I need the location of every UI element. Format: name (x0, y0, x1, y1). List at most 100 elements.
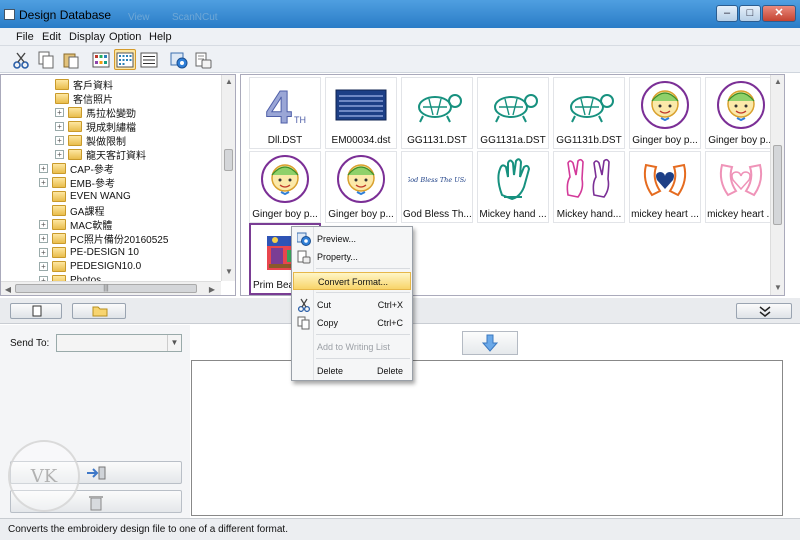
context-preview[interactable]: Preview... (293, 230, 411, 248)
large-thumbnail-button[interactable] (90, 49, 112, 70)
scroll-up-icon[interactable]: ▲ (222, 77, 235, 86)
tree-horizontal-scrollbar[interactable]: ◀ ||| ▶ (1, 281, 221, 295)
status-text: Converts the embroidery design file to o… (8, 524, 288, 535)
scroll-up-icon[interactable]: ▲ (771, 77, 784, 86)
design-thumbnail[interactable]: 4 TH Dll.DST (249, 77, 321, 149)
preview-icon (170, 52, 188, 68)
tree-item[interactable]: + PC照片備份20160525 (39, 231, 168, 246)
expand-icon[interactable]: + (55, 149, 64, 159)
minimize-button[interactable]: – (716, 5, 738, 22)
tree-item[interactable]: + PE-DESIGN 10 (39, 245, 139, 259)
send-to-label: Send To: (10, 338, 50, 349)
design-thumbnail[interactable]: GG1131a.DST (477, 77, 549, 149)
tree-item[interactable]: + MAC軟體 (39, 217, 113, 232)
design-thumbnail[interactable]: GG1131.DST (401, 77, 473, 149)
design-thumbnail[interactable]: Ginger boy p... (705, 77, 777, 149)
scroll-down-icon[interactable]: ▼ (222, 267, 235, 276)
design-thumbnail[interactable]: mickey heart ... (629, 151, 701, 223)
window-title: Design Database (19, 8, 112, 22)
expand-icon[interactable]: + (39, 163, 48, 173)
menu-edit[interactable]: Edit (42, 31, 61, 43)
expand-icon[interactable]: + (55, 135, 64, 145)
send-down-button[interactable] (462, 331, 518, 355)
design-thumbnail[interactable]: Ginger boy p... (249, 151, 321, 223)
grid-scroll-thumb[interactable] (773, 145, 782, 225)
menu-display[interactable]: Display (69, 31, 105, 43)
faint-menu-scanncut: ScanNCut (172, 12, 218, 23)
cut-button[interactable] (10, 49, 32, 70)
tree-item[interactable]: + PEDESIGN10.0 (39, 259, 141, 273)
design-thumbnail[interactable]: Mickey hand ... (477, 151, 549, 223)
scroll-down-icon[interactable]: ▼ (771, 283, 784, 292)
design-thumbnail[interactable]: EM00034.dst (325, 77, 397, 149)
tree-scroll-thumb[interactable] (224, 149, 233, 171)
tree-item[interactable]: 客戶資料 (55, 77, 113, 92)
tree-item[interactable]: + 現成刺繡檔 (55, 119, 136, 134)
folder-icon (68, 148, 82, 160)
tree-item[interactable]: + 製做限制 (55, 133, 126, 148)
folder-icon (52, 162, 66, 174)
context-copy[interactable]: Copy Ctrl+C (293, 314, 411, 332)
context-preview-label: Preview... (317, 234, 357, 244)
design-thumbnail[interactable]: Mickey hand... (553, 151, 625, 223)
scroll-right-icon[interactable]: ▶ (207, 285, 217, 294)
expand-icon[interactable]: + (39, 261, 48, 271)
send-to-select[interactable]: ▼ (56, 334, 182, 352)
tree-vertical-scrollbar[interactable]: ▲ ▼ (221, 75, 235, 281)
expand-icon[interactable]: + (39, 177, 48, 187)
preview-button[interactable] (168, 49, 190, 70)
maximize-button[interactable]: □ (739, 5, 761, 22)
design-thumbnail[interactable]: mickey heart ... (705, 151, 777, 223)
tree-item[interactable]: EVEN WANG (52, 189, 131, 203)
collapse-button[interactable] (736, 303, 792, 319)
design-thumbnail[interactable]: Ginger boy p... (325, 151, 397, 223)
card-button[interactable] (10, 303, 62, 319)
folder-icon (68, 106, 82, 118)
mickey-heart-pink-art (712, 154, 770, 204)
tree-item-label: 客信照片 (73, 94, 113, 106)
context-property[interactable]: Property... (293, 248, 411, 266)
menu-file[interactable]: File (16, 31, 34, 43)
grid-vertical-scrollbar[interactable]: ▲ ▼ (770, 75, 784, 295)
tree-item-label: MAC軟體 (70, 220, 113, 232)
design-thumbnail[interactable]: God Bless The USA God Bless Th... (401, 151, 473, 223)
copy-button[interactable] (35, 49, 57, 70)
expand-icon[interactable]: + (39, 219, 48, 229)
expand-icon[interactable]: + (55, 121, 64, 131)
write-to-card-icon (87, 466, 106, 479)
dropdown-arrow-icon: ▼ (167, 335, 181, 351)
tree-item[interactable]: + EMB-參考 (39, 175, 115, 190)
context-cut[interactable]: Cut Ctrl+X (293, 296, 411, 314)
writing-list-area[interactable] (191, 360, 783, 516)
svg-text:TH: TH (294, 115, 306, 125)
expand-icon[interactable]: + (39, 247, 48, 257)
folder-icon (55, 78, 69, 90)
context-separator (316, 358, 410, 359)
menu-help[interactable]: Help (149, 31, 172, 43)
design-thumbnail[interactable]: Ginger boy p... (629, 77, 701, 149)
design-thumbnail[interactable]: GG1131b.DST (553, 77, 625, 149)
scroll-left-icon[interactable]: ◀ (3, 285, 13, 294)
paste-button[interactable] (60, 49, 82, 70)
watermark-text: VK (30, 465, 58, 487)
close-button[interactable]: ✕ (762, 5, 796, 22)
folder-button[interactable] (72, 303, 126, 319)
property-button[interactable] (192, 49, 214, 70)
tree-item[interactable]: + 馬拉松變勁 (55, 105, 136, 120)
tree-item[interactable]: GA課程 (52, 203, 104, 218)
tree-hscroll-thumb[interactable]: ||| (15, 284, 197, 293)
ginger-boy-art (712, 80, 770, 130)
property-icon (297, 250, 311, 264)
property-icon (195, 52, 212, 68)
tree-item[interactable]: + CAP-參考 (39, 161, 114, 176)
expand-icon[interactable]: + (55, 107, 64, 117)
tree-item[interactable]: + 龍天客訂資料 (55, 147, 146, 162)
tree-item[interactable]: 客信照片 (55, 91, 113, 106)
context-convert-format[interactable]: Convert Format... (293, 272, 411, 290)
list-view-button[interactable] (138, 49, 160, 70)
small-thumbnail-button[interactable] (114, 49, 136, 70)
context-delete[interactable]: Delete Delete (293, 362, 411, 380)
expand-icon[interactable]: + (39, 233, 48, 243)
design-label: mickey heart ... (707, 209, 775, 220)
menu-option[interactable]: Option (109, 31, 141, 43)
